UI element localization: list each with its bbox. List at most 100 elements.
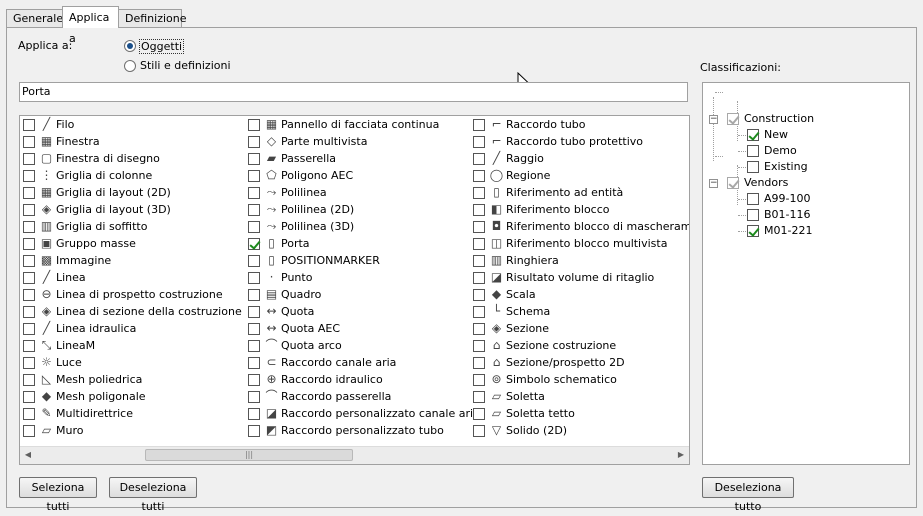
item-checkbox[interactable] [473,221,485,233]
select-all-button[interactable]: Seleziona tutti [19,477,97,513]
item-checkbox[interactable] [248,357,260,369]
item-checkbox[interactable] [473,238,485,250]
styles-radio-label[interactable]: Stili e definizioni [140,59,231,72]
item-checkbox[interactable] [473,340,485,352]
item-checkbox[interactable] [23,425,35,437]
item-checkbox[interactable] [473,306,485,318]
item-checkbox[interactable] [473,374,485,386]
item-label: Riferimento ad entità [506,186,624,199]
item-checkbox[interactable] [473,136,485,148]
item-checkbox[interactable] [473,408,485,420]
scroll-thumb[interactable]: ||| [145,449,353,461]
item-checkbox[interactable] [23,357,35,369]
tab-definizione[interactable]: Definizione [118,9,187,27]
item-label: Risultato volume di ritaglio [506,271,655,284]
deselect-all-button[interactable]: Deseleziona tutti [109,477,197,513]
item-checkbox[interactable] [473,153,485,165]
item-checkbox[interactable] [23,204,35,216]
styles-radio[interactable] [124,60,136,72]
item-label: Sezione costruzione [506,339,617,352]
item-checkbox[interactable] [23,221,35,233]
item-checkbox[interactable] [23,187,35,199]
item-checkbox[interactable] [473,119,485,131]
collapse-icon[interactable]: − [709,179,718,188]
item-checkbox[interactable] [23,289,35,301]
mass-group-icon: ▣ [40,236,53,250]
item-label: A99-100 [764,192,811,205]
item-checkbox[interactable] [473,272,485,284]
item-checkbox[interactable] [248,425,260,437]
item-label: Raccordo personalizzato tubo [281,424,444,437]
item-label: New [764,128,788,141]
item-checkbox[interactable] [248,289,260,301]
item-checkbox[interactable] [248,374,260,386]
item-label: Raccordo tubo [506,118,586,131]
item-checkbox[interactable] [248,221,260,233]
item-checkbox[interactable] [23,408,35,420]
item-checkbox[interactable] [747,225,759,237]
item-checkbox[interactable] [23,340,35,352]
tab-generale[interactable]: Generale [6,9,63,27]
item-checkbox[interactable] [23,153,35,165]
item-checkbox[interactable] [248,340,260,352]
item-checkbox[interactable] [23,119,35,131]
item-label: Poligono AEC [281,169,354,182]
item-checkbox[interactable] [23,170,35,182]
group-checkbox[interactable] [727,177,739,189]
item-checkbox[interactable] [473,289,485,301]
scroll-right-icon[interactable]: ▶ [674,448,688,462]
item-checkbox[interactable] [747,209,759,221]
item-checkbox[interactable] [747,145,759,157]
item-checkbox[interactable] [747,161,759,173]
item-checkbox[interactable] [473,255,485,267]
item-checkbox[interactable] [23,136,35,148]
item-checkbox[interactable] [23,255,35,267]
item-checkbox[interactable] [23,272,35,284]
item-checkbox[interactable] [473,204,485,216]
objects-radio[interactable] [124,40,136,52]
deselect-all-classifications-button[interactable]: Deseleziona tutto [702,477,794,513]
scroll-left-icon[interactable]: ◀ [21,448,35,462]
filter-input[interactable]: Porta [19,82,688,102]
classification-tree[interactable]: − Construction New Demo Existing − Vendors A99-… [702,82,910,465]
item-checkbox[interactable] [248,153,260,165]
tab-applica-a[interactable]: Applica a [62,6,119,45]
item-checkbox[interactable] [473,170,485,182]
item-checkbox[interactable] [747,129,759,141]
item-checkbox[interactable] [747,193,759,205]
polyline-3d-icon: ⤳ [266,219,277,233]
item-checkbox[interactable] [23,238,35,250]
item-label: Quota [281,305,315,318]
item-checkbox[interactable] [248,272,260,284]
item-checkbox[interactable] [23,306,35,318]
item-checkbox[interactable] [248,187,260,199]
objects-radio-label[interactable]: Oggetti [139,39,185,54]
item-checkbox[interactable] [248,119,260,131]
item-checkbox[interactable] [473,323,485,335]
item-checkbox[interactable] [473,425,485,437]
item-checkbox[interactable] [473,391,485,403]
item-checkbox[interactable] [248,408,260,420]
item-checkbox[interactable] [473,187,485,199]
item-checkbox[interactable] [248,323,260,335]
aec-polygon-icon: ⬠ [266,168,277,182]
item-checkbox[interactable] [248,136,260,148]
object-type-list[interactable]: ╱ Filo ▦ Finestra ▢ Finestra di disegno ⋮ Grigl… [19,115,690,465]
item-checkbox[interactable] [248,391,260,403]
item-checkbox[interactable] [23,323,35,335]
group-checkbox[interactable] [727,113,739,125]
item-checkbox[interactable] [248,238,260,250]
horizontal-scrollbar[interactable]: ◀ ||| ▶ [20,446,689,464]
item-checkbox[interactable] [248,255,260,267]
item-checkbox[interactable] [248,306,260,318]
item-label: Riferimento blocco [506,203,610,216]
collapse-icon[interactable]: − [709,115,718,124]
item-checkbox[interactable] [248,170,260,182]
tree-line [738,135,746,136]
item-checkbox[interactable] [473,357,485,369]
item-checkbox[interactable] [23,391,35,403]
item-checkbox[interactable] [248,204,260,216]
light-icon: ☼ [41,355,52,369]
item-checkbox[interactable] [23,374,35,386]
multiview-part-icon: ◇ [266,134,277,148]
